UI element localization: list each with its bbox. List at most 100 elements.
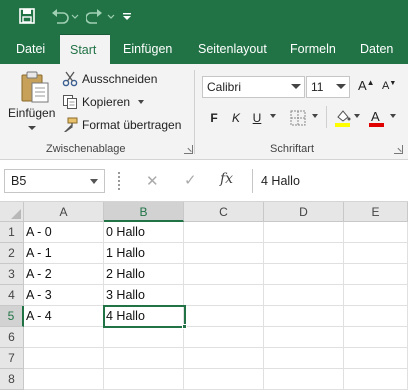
cell-a5[interactable]: A - 4 <box>24 306 104 327</box>
cell-d3[interactable] <box>264 264 344 285</box>
fill-handle[interactable] <box>182 324 187 329</box>
column-header-d[interactable]: D <box>264 202 344 222</box>
cell-c6[interactable] <box>184 327 264 348</box>
ribbon: Einfügen Ausschneiden Kopieren Format üb… <box>0 64 408 160</box>
undo-icon[interactable] <box>48 6 82 26</box>
cell-c7[interactable] <box>184 348 264 369</box>
copy-icon <box>62 94 78 110</box>
cell-b7[interactable] <box>104 348 184 369</box>
cell-a4[interactable]: A - 3 <box>24 285 104 306</box>
cell-e5[interactable] <box>344 306 408 327</box>
format-painter-label: Format übertragen <box>82 118 182 132</box>
font-family-select[interactable]: Calibri <box>202 76 305 98</box>
title-bar <box>0 0 408 34</box>
name-box-value: B5 <box>11 174 27 188</box>
clipboard-group-label: Zwischenablage <box>46 143 126 155</box>
column-header-a[interactable]: A <box>24 202 104 222</box>
column-header-e[interactable]: E <box>344 202 408 222</box>
cell-a3[interactable]: A - 2 <box>24 264 104 285</box>
cell-b4[interactable]: 3 Hallo <box>104 285 184 306</box>
tab-formeln[interactable]: Formeln <box>280 34 346 64</box>
cell-d2[interactable] <box>264 243 344 264</box>
cell-c3[interactable] <box>184 264 264 285</box>
paste-icon <box>21 71 49 103</box>
cell-b1[interactable]: 0 Hallo <box>104 222 184 243</box>
italic-button[interactable]: K <box>226 108 246 128</box>
copy-button[interactable]: Kopieren <box>62 92 145 112</box>
insert-function-icon[interactable]: fx <box>220 171 233 187</box>
tab-start[interactable]: Start <box>60 34 110 64</box>
row-header[interactable]: 7 <box>0 348 24 369</box>
cell-e1[interactable] <box>344 222 408 243</box>
resize-handle[interactable] <box>118 172 122 190</box>
cell-a6[interactable] <box>24 327 104 348</box>
cell-b3[interactable]: 2 Hallo <box>104 264 184 285</box>
column-header-c[interactable]: C <box>184 202 264 222</box>
chevron-down-icon[interactable] <box>390 114 396 118</box>
cell-e4[interactable] <box>344 285 408 306</box>
tab-seitenlayout[interactable]: Seitenlayout <box>188 34 277 64</box>
row-header[interactable]: 2 <box>0 243 24 264</box>
cell-b6[interactable] <box>104 327 184 348</box>
underline-button[interactable]: U <box>247 108 267 128</box>
chevron-down-icon <box>28 126 36 130</box>
copy-label: Kopieren <box>82 95 131 109</box>
cell-c1[interactable] <box>184 222 264 243</box>
row-header[interactable]: 6 <box>0 327 24 348</box>
chevron-down-icon <box>336 84 346 89</box>
bold-button[interactable]: F <box>204 108 224 128</box>
redo-icon[interactable] <box>84 6 118 26</box>
cell-d7[interactable] <box>264 348 344 369</box>
save-icon[interactable] <box>16 6 38 26</box>
font-launcher-icon[interactable] <box>394 145 403 154</box>
borders-icon[interactable] <box>290 110 306 131</box>
column-header-b[interactable]: B <box>104 202 184 222</box>
cell-d6[interactable] <box>264 327 344 348</box>
chevron-down-icon[interactable] <box>270 114 276 118</box>
cell-a7[interactable] <box>24 348 104 369</box>
clipboard-launcher-icon[interactable] <box>184 145 193 154</box>
chevron-down-icon[interactable] <box>312 114 318 118</box>
font-size-select[interactable]: 11 <box>306 76 350 98</box>
fill-color-icon[interactable] <box>334 108 352 133</box>
cell-c2[interactable] <box>184 243 264 264</box>
cell-c4[interactable] <box>184 285 264 306</box>
tab-einfuegen[interactable]: Einfügen <box>113 34 182 64</box>
decrease-font-size-icon[interactable]: A▼ <box>382 80 396 92</box>
tab-datei[interactable]: Datei <box>6 34 55 64</box>
cell-a2[interactable]: A - 1 <box>24 243 104 264</box>
cell-e2[interactable] <box>344 243 408 264</box>
chevron-down-icon[interactable] <box>354 114 360 118</box>
row-header[interactable]: 3 <box>0 264 24 285</box>
font-size-value: 11 <box>311 80 324 94</box>
enter-icon[interactable]: ✓ <box>184 171 197 189</box>
cell-b5[interactable]: 4 Hallo <box>104 306 184 327</box>
cell-b2[interactable]: 1 Hallo <box>104 243 184 264</box>
row-header[interactable]: 5 <box>0 306 24 327</box>
cut-button[interactable]: Ausschneiden <box>62 69 157 89</box>
select-all-button[interactable] <box>0 202 24 222</box>
cell-e3[interactable] <box>344 264 408 285</box>
increase-font-size-icon[interactable]: A▲ <box>358 78 375 93</box>
cell-e6[interactable] <box>344 327 408 348</box>
tab-daten[interactable]: Daten <box>350 34 403 64</box>
formula-input[interactable]: 4 Hallo <box>252 169 408 193</box>
row-header[interactable]: 1 <box>0 222 24 243</box>
customize-toolbar-icon[interactable] <box>120 6 134 26</box>
cell-c5[interactable] <box>184 306 264 327</box>
format-painter-button[interactable]: Format übertragen <box>62 115 181 135</box>
cell-d1[interactable] <box>264 222 344 243</box>
cell-e7[interactable] <box>344 348 408 369</box>
paste-label: Einfügen <box>8 106 56 120</box>
cell-a1[interactable]: A - 0 <box>24 222 104 243</box>
chevron-down-icon <box>90 179 98 184</box>
cancel-icon[interactable]: ✕ <box>146 172 159 190</box>
name-box[interactable]: B5 <box>4 169 105 193</box>
cell-d5[interactable] <box>264 306 344 327</box>
font-group-label: Schriftart <box>270 143 315 155</box>
cell-d4[interactable] <box>264 285 344 306</box>
paste-button[interactable]: Einfügen <box>6 68 58 132</box>
chevron-down-icon <box>291 84 301 89</box>
font-color-icon[interactable]: A <box>368 108 386 133</box>
row-header[interactable]: 4 <box>0 285 24 306</box>
